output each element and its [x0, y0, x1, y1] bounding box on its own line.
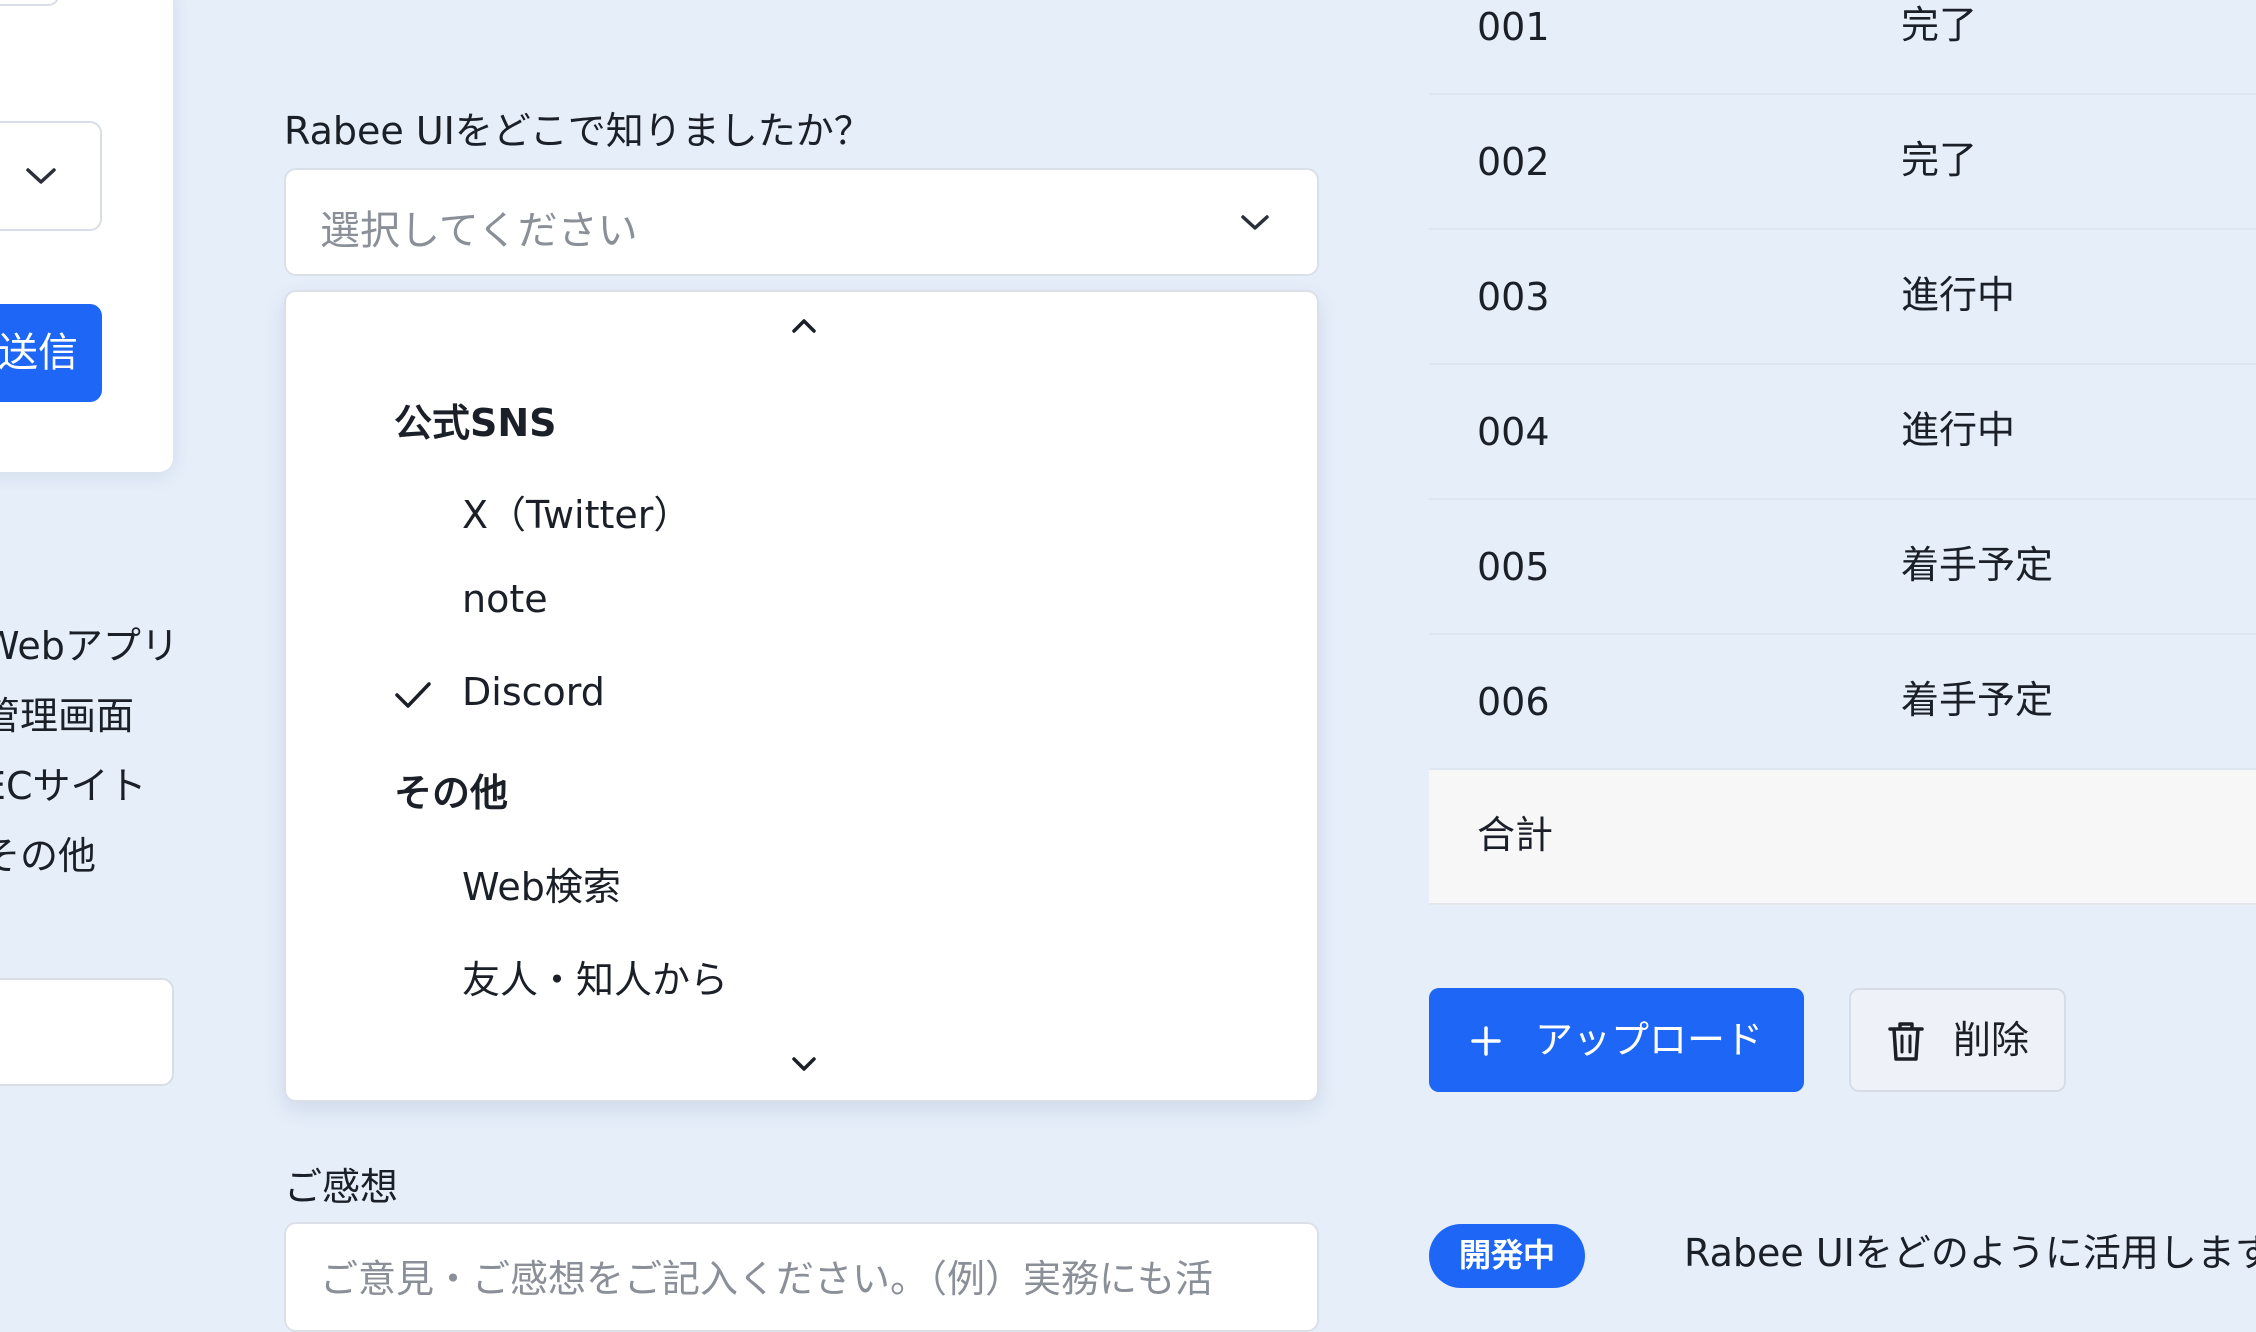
- total-label: 合計: [1477, 813, 1554, 857]
- table-row: 005 着手予定: [1429, 500, 2256, 635]
- trash-icon: [1888, 1022, 1924, 1061]
- chevron-down-icon: [26, 168, 56, 184]
- scroll-up-icon[interactable]: [788, 314, 820, 338]
- option-web-search[interactable]: Web検索: [462, 856, 621, 911]
- option-friends[interactable]: 友人・知人から: [462, 949, 728, 1004]
- select-dropdown: 公式SNS X（Twitter） note Discord その他 Web検索 …: [284, 290, 1319, 1102]
- status-badge: 開発中: [1429, 1224, 1585, 1288]
- row-status: 着手予定: [1901, 543, 2054, 587]
- source-select[interactable]: 選択してください: [284, 168, 1319, 276]
- row-status: 完了: [1901, 3, 1978, 47]
- table-total-row: 合計: [1429, 770, 2256, 905]
- scroll-down-icon[interactable]: [788, 1052, 820, 1076]
- option-x-twitter[interactable]: X（Twitter）: [462, 484, 691, 539]
- left-input[interactable]: [0, 978, 174, 1086]
- left-list-item[interactable]: Webアプリ: [0, 618, 202, 688]
- check-icon: [395, 682, 431, 708]
- upload-label: アップロード: [1535, 1018, 1764, 1062]
- delete-button[interactable]: 削除: [1849, 988, 2066, 1092]
- table-row: 006 着手予定: [1429, 635, 2256, 770]
- table-row: 002 完了: [1429, 95, 2256, 230]
- row-status: 完了: [1901, 138, 1978, 182]
- row-id: 006: [1477, 680, 1550, 724]
- upload-button[interactable]: アップロード: [1429, 988, 1804, 1092]
- row-status: 進行中: [1901, 408, 2016, 452]
- left-list-item[interactable]: その他: [0, 828, 202, 898]
- feedback-placeholder: ご意見・ご感想をご記入ください。（例）実務にも活: [320, 1257, 1214, 1301]
- select-placeholder: 選択してください: [320, 208, 638, 254]
- table-row: 001 完了: [1429, 0, 2256, 95]
- group-label-other: その他: [394, 771, 509, 815]
- status-table: 001 完了 002 完了 003 進行中 004 進行中 005 着手予定 0…: [1429, 0, 2256, 905]
- feedback-label: ご感想: [284, 1165, 399, 1209]
- row-id: 002: [1477, 140, 1550, 184]
- send-button[interactable]: 送信: [0, 304, 102, 402]
- left-list-item[interactable]: ECサイト: [0, 758, 202, 828]
- option-note[interactable]: note: [462, 577, 548, 621]
- chevron-down-icon: [1241, 215, 1269, 230]
- row-id: 003: [1477, 275, 1550, 319]
- row-id: 005: [1477, 545, 1550, 589]
- delete-label: 削除: [1953, 1018, 2030, 1062]
- question-label: Rabee UIをどこで知りましたか？: [284, 109, 872, 153]
- feedback-textarea[interactable]: ご意見・ご感想をご記入ください。（例）実務にも活: [284, 1222, 1319, 1332]
- plus-icon: [1471, 1026, 1501, 1056]
- left-select[interactable]: [0, 121, 102, 231]
- option-discord[interactable]: Discord: [462, 670, 605, 714]
- row-status: 進行中: [1901, 273, 2016, 317]
- group-label-official-sns: 公式SNS: [394, 401, 557, 445]
- left-list-item[interactable]: 管理画面: [0, 688, 202, 758]
- table-row: 004 進行中: [1429, 365, 2256, 500]
- usage-question: Rabee UIをどのように活用します: [1684, 1231, 2256, 1275]
- row-id: 004: [1477, 410, 1550, 454]
- left-top-field[interactable]: [0, 0, 60, 6]
- row-id: 001: [1477, 5, 1550, 49]
- left-option-list: Webアプリ 管理画面 ECサイト その他: [0, 618, 202, 898]
- table-row: 003 進行中: [1429, 230, 2256, 365]
- row-status: 着手予定: [1901, 678, 2054, 722]
